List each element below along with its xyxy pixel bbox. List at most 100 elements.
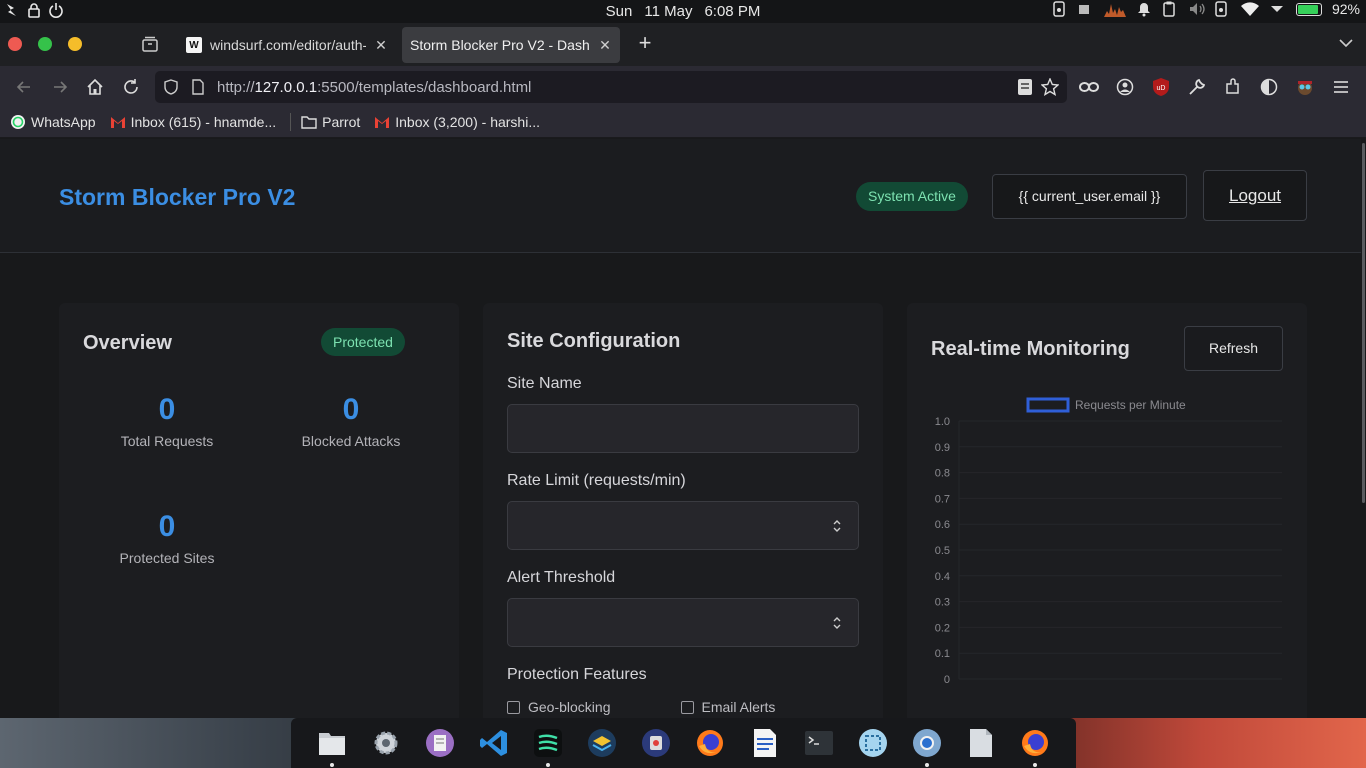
reader-view-icon[interactable]	[1017, 78, 1033, 101]
clock-day: Sun	[605, 3, 633, 20]
email-alerts-checkbox[interactable]: Email Alerts	[680, 699, 776, 715]
url-bar[interactable]: http://127.0.0.1:5500/templates/dashboar…	[155, 71, 1067, 103]
overview-title: Overview	[83, 332, 172, 354]
site-name-input[interactable]	[507, 404, 859, 453]
maximize-window-button[interactable]	[38, 37, 52, 51]
battery-percent: 92%	[1331, 1, 1360, 17]
account-icon[interactable]	[1114, 76, 1136, 98]
screenshot-icon[interactable]	[855, 725, 891, 761]
reload-button[interactable]	[119, 75, 143, 99]
stat-label: Protected Sites	[119, 550, 215, 566]
bookmark-inbox-2[interactable]: Inbox (3,200) - harshi...	[374, 114, 540, 130]
terminal-icon[interactable]	[801, 725, 837, 761]
number-stepper-icon[interactable]	[832, 518, 842, 534]
system-monitor-icon[interactable]	[1103, 1, 1126, 17]
chevron-down-icon[interactable]	[1270, 1, 1286, 17]
user-email-button[interactable]: {{ current_user.email }}	[992, 174, 1187, 219]
scrollbar-thumb[interactable]	[1362, 143, 1365, 503]
vscode-icon[interactable]	[476, 725, 512, 761]
document-icon[interactable]	[963, 725, 999, 761]
stat-value: 0	[342, 393, 360, 426]
firefox-alt-icon[interactable]	[1017, 725, 1053, 767]
firefox-icon[interactable]	[692, 725, 728, 761]
stat-protected-sites: 0 Protected Sites	[82, 510, 252, 566]
overview-card: Overview Protected 0 Total Requests 0 Bl…	[59, 303, 459, 719]
hamburger-menu-icon[interactable]	[1330, 76, 1352, 98]
url-prefix: http://	[217, 79, 255, 96]
os-top-bar: Sun 11 May 6:08 PM 92%	[0, 0, 1366, 23]
chromium-icon[interactable]	[909, 725, 945, 767]
forward-button[interactable]	[48, 75, 72, 99]
page-info-icon[interactable]	[191, 79, 205, 100]
refresh-button[interactable]: Refresh	[1184, 326, 1283, 371]
extensions-icon[interactable]	[1222, 76, 1244, 98]
layers-icon[interactable]	[584, 725, 620, 761]
dark-reader-icon[interactable]	[1258, 76, 1280, 98]
rate-limit-input[interactable]	[507, 501, 859, 550]
stat-value: 0	[158, 393, 176, 426]
windsurf-app-icon[interactable]	[530, 725, 566, 767]
volume-icon[interactable]	[1188, 1, 1205, 17]
phone-sync-icon[interactable]	[1052, 1, 1068, 17]
gmail-icon	[375, 117, 390, 128]
bookmark-separator	[290, 113, 292, 131]
logout-button[interactable]: Logout	[1203, 170, 1307, 221]
number-stepper-icon[interactable]	[832, 615, 842, 631]
bookmark-star-icon[interactable]	[1040, 77, 1060, 101]
brand-title[interactable]: Storm Blocker Pro V2	[59, 184, 295, 211]
y-tick-label: 0.3	[935, 597, 950, 609]
kde-connect-icon[interactable]	[1214, 1, 1230, 17]
close-window-button[interactable]	[8, 37, 22, 51]
text-editor-icon[interactable]	[422, 725, 458, 761]
battery-icon[interactable]	[1295, 2, 1322, 16]
stop-icon[interactable]	[1078, 1, 1094, 17]
gmail-icon	[110, 117, 125, 128]
minimize-window-button[interactable]	[68, 37, 82, 51]
notifications-icon[interactable]	[1136, 1, 1152, 17]
checkbox-box[interactable]	[507, 700, 520, 714]
tab-overview-icon[interactable]	[141, 35, 159, 58]
app-header: Storm Blocker Pro V2 System Active {{ cu…	[0, 139, 1361, 253]
running-indicator	[330, 763, 335, 767]
svg-text:uD: uD	[1157, 85, 1166, 92]
page-scrollbar[interactable]	[1361, 139, 1366, 719]
close-tab-icon[interactable]: ✕	[374, 37, 388, 54]
alert-threshold-input[interactable]	[507, 598, 859, 647]
home-button[interactable]	[83, 75, 107, 99]
y-tick-label: 0	[944, 674, 950, 686]
shield-icon[interactable]	[163, 79, 179, 100]
running-indicator	[924, 763, 929, 767]
tab-windsurf[interactable]: W windsurf.com/editor/auth- ✕	[178, 27, 396, 63]
bookmark-inbox-1[interactable]: Inbox (615) - hnamde...	[110, 114, 276, 130]
checkbox-label: Email Alerts	[701, 699, 776, 715]
legend-swatch[interactable]	[1026, 397, 1070, 413]
tab-list-chevron-icon[interactable]	[1338, 35, 1354, 56]
clock-date: 11 May	[644, 3, 693, 20]
burp-icon[interactable]	[638, 725, 674, 761]
wifi-icon[interactable]	[1240, 1, 1260, 17]
alert-threshold-label: Alert Threshold	[507, 569, 616, 586]
bookmark-whatsapp[interactable]: WhatsApp	[10, 114, 96, 130]
battery-fill	[1297, 4, 1319, 14]
writer-icon[interactable]	[747, 725, 783, 761]
legend-label: Requests per Minute	[1075, 398, 1186, 412]
private-browsing-icon[interactable]	[1078, 76, 1100, 98]
profile-avatar-icon[interactable]	[1294, 76, 1316, 98]
close-tab-icon[interactable]: ✕	[598, 37, 612, 54]
bookmark-parrot[interactable]: Parrot	[301, 114, 360, 130]
new-tab-button[interactable]: +	[634, 32, 656, 55]
checkbox-box[interactable]	[680, 700, 694, 714]
back-button[interactable]	[12, 75, 36, 99]
tab-dashboard[interactable]: Storm Blocker Pro V2 - Dashbo ✕	[402, 27, 620, 63]
protected-badge: Protected	[321, 328, 405, 356]
settings-icon[interactable]	[368, 725, 404, 761]
y-tick-label: 0.7	[935, 493, 950, 505]
geo-blocking-checkbox[interactable]: Geo-blocking	[507, 699, 611, 715]
ublock-icon[interactable]: uD	[1150, 76, 1172, 98]
files-icon[interactable]	[314, 725, 350, 767]
site-name-label: Site Name	[507, 375, 582, 392]
browser-tab-strip: W windsurf.com/editor/auth- ✕ Storm Bloc…	[0, 23, 1366, 66]
clipboard-icon[interactable]	[1162, 1, 1178, 17]
wrench-icon[interactable]	[1186, 76, 1208, 98]
url-text[interactable]: http://127.0.0.1:5500/templates/dashboar…	[217, 79, 531, 96]
